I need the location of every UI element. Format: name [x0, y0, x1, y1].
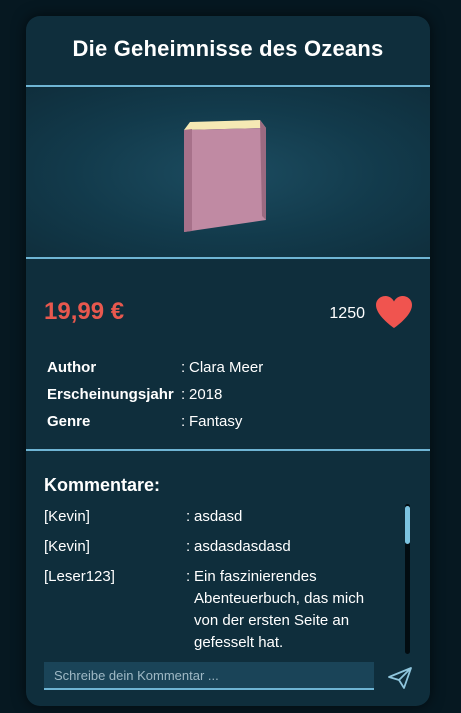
detail-label: Author — [47, 359, 97, 376]
detail-value: 2018 — [189, 386, 223, 403]
divider — [26, 85, 430, 87]
heart-icon — [376, 296, 412, 328]
comment-input[interactable] — [44, 662, 374, 690]
book-image-area — [26, 88, 430, 258]
detail-label: Genre — [47, 413, 91, 430]
detail-separator: : — [181, 359, 186, 376]
detail-row-genre: Genre : Fantasy — [47, 408, 407, 435]
book-title: Die Geheimnisse des Ozeans — [72, 36, 384, 61]
detail-separator: : — [181, 386, 186, 403]
detail-separator: : — [181, 413, 186, 430]
comment-separator: : — [186, 538, 191, 555]
comment-item: [Kevin] : asdasdasdasd — [44, 536, 389, 558]
detail-value: Clara Meer — [189, 359, 264, 376]
comment-text: asdasd — [194, 508, 243, 525]
comments-heading: Kommentare: — [44, 475, 161, 495]
comment-user: [Leser123] — [44, 568, 115, 585]
comment-user: [Kevin] — [44, 538, 90, 555]
comment-separator: : — [186, 508, 191, 525]
send-icon — [388, 667, 412, 689]
price-label: 19,99 € — [44, 298, 125, 325]
book-details: Author : Clara Meer Erscheinungsjahr : 2… — [47, 354, 407, 435]
send-button[interactable] — [387, 666, 413, 690]
comment-user: [Kevin] — [44, 508, 90, 525]
book-icon — [176, 116, 272, 241]
comment-separator: : — [186, 568, 191, 585]
detail-row-author: Author : Clara Meer — [47, 354, 407, 381]
book-card: Die Geheimnisse des Ozeans 19,99 € 1250 … — [26, 16, 430, 706]
divider — [26, 257, 430, 259]
comment-text: asdasdasdasd — [194, 538, 291, 555]
comments-list[interactable]: [Kevin] : asdasd [Kevin] : asdasdasdasd … — [44, 506, 389, 656]
comment-text: Ein faszinierendes Abenteuerbuch, das mi… — [194, 568, 365, 651]
comment-item: [Kevin] : asdasd — [44, 506, 389, 528]
detail-label: Erscheinungsjahr — [47, 386, 174, 403]
detail-row-year: Erscheinungsjahr : 2018 — [47, 381, 407, 408]
comments-scrollbar[interactable] — [405, 504, 410, 654]
divider — [26, 449, 430, 451]
comment-item: [Leser123] : Ein faszinierendes Abenteue… — [44, 566, 389, 654]
likes-count: 1250 — [329, 305, 365, 322]
like-button[interactable] — [375, 295, 413, 329]
scrollbar-thumb[interactable] — [405, 506, 410, 544]
detail-value: Fantasy — [189, 413, 243, 430]
